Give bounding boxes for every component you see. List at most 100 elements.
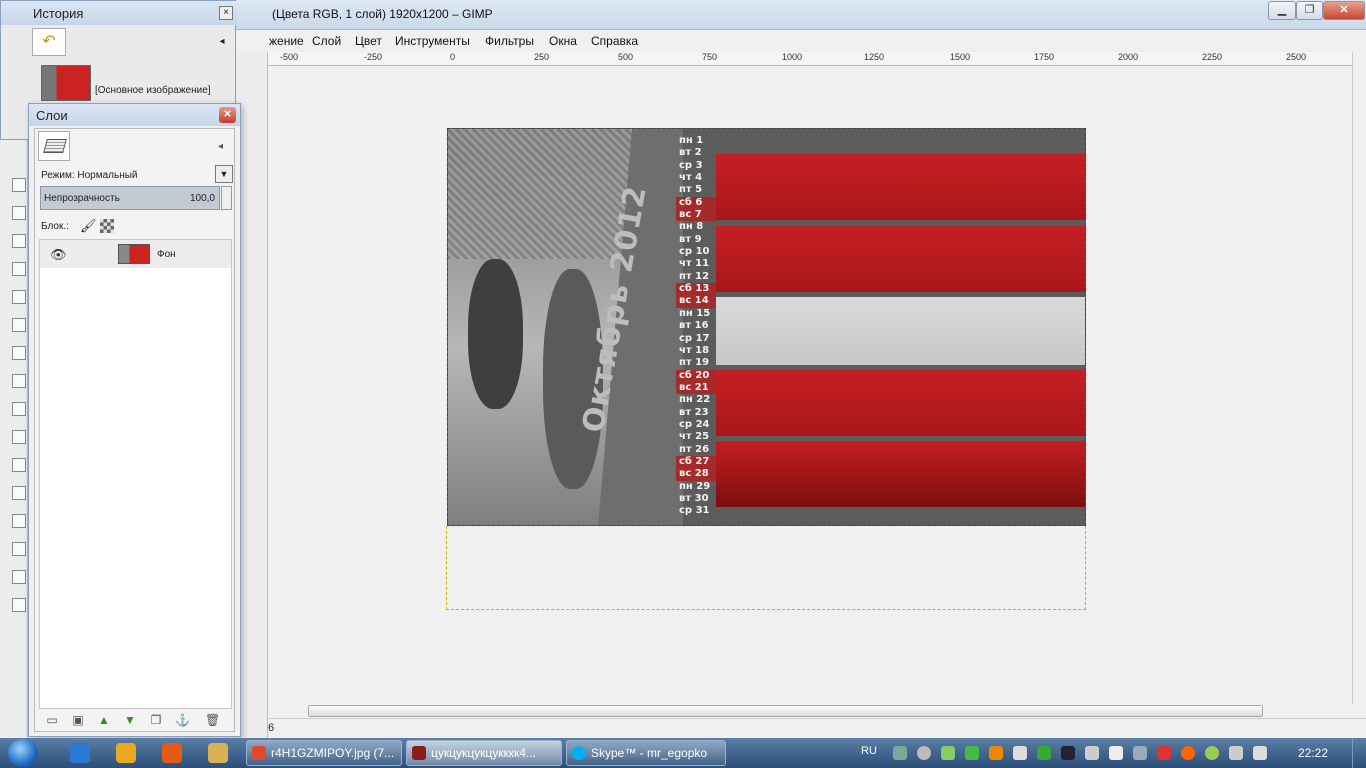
day-label: пн 15 (679, 307, 711, 319)
volume-icon[interactable] (1253, 746, 1267, 760)
opacity-spinner[interactable] (221, 186, 232, 210)
tray-icon[interactable] (1205, 746, 1219, 760)
history-item-label[interactable]: [Основное изображение] (95, 85, 211, 96)
tray-icon[interactable] (941, 746, 955, 760)
delete-icon[interactable]: 🗑 (205, 713, 220, 727)
dock-menu-icon[interactable]: ◂ (215, 36, 229, 50)
dock-menu-icon[interactable]: ◂ (218, 141, 223, 152)
tool-button[interactable] (12, 542, 26, 556)
menu-windows[interactable]: Окна (549, 34, 577, 48)
history-tab[interactable]: ↶ (32, 28, 66, 56)
close-icon[interactable]: × (219, 6, 233, 20)
language-indicator[interactable]: RU (861, 745, 877, 757)
tool-button[interactable] (12, 458, 26, 472)
tool-button[interactable] (12, 206, 26, 220)
explorer-icon[interactable] (208, 743, 228, 763)
scrollbar-thumb[interactable] (308, 705, 1263, 717)
chevron-down-icon[interactable]: ▼ (215, 165, 233, 183)
task-button[interactable]: Skype™ - mr_egopko (566, 740, 726, 766)
lower-icon[interactable]: ▼ (123, 713, 137, 727)
lock-pixels-icon[interactable]: 🖌 (80, 218, 97, 234)
menu-layer[interactable]: Слой (312, 34, 341, 48)
history-thumbnail[interactable] (41, 65, 91, 101)
gimp-icon (412, 746, 426, 760)
tool-button[interactable] (12, 262, 26, 276)
close-icon[interactable]: ✕ (219, 107, 236, 123)
vertical-scrollbar[interactable] (1352, 52, 1366, 704)
tool-button[interactable] (12, 402, 26, 416)
canvas-image[interactable]: Октябрь 2012 пн 1 вт 2 ср 3 чт 4 пт 5 сб 6 вс … (447, 128, 1086, 526)
ie-icon[interactable] (70, 743, 90, 763)
lock-alpha-icon[interactable] (100, 219, 114, 233)
red-band (716, 154, 1085, 220)
start-button[interactable] (8, 739, 38, 767)
menu-tools[interactable]: Инструменты (395, 34, 470, 48)
tray-icon[interactable] (989, 746, 1003, 760)
menu-help[interactable]: Справка (591, 34, 638, 48)
layers-tab[interactable] (38, 131, 70, 161)
network-icon[interactable] (1229, 746, 1243, 760)
minimize-button[interactable]: ▁ (1268, 1, 1296, 20)
ruler-label: 750 (702, 52, 718, 62)
ruler-label: 1500 (950, 52, 971, 62)
tray-icon[interactable] (1181, 746, 1195, 760)
clock[interactable]: 22:22 (1298, 746, 1328, 760)
tool-button[interactable] (12, 486, 26, 500)
day-label: пн 1 (679, 135, 704, 146)
horizontal-scrollbar[interactable] (268, 704, 1352, 718)
ruler-label: 0 (450, 52, 456, 62)
tool-button[interactable] (12, 290, 26, 304)
task-button[interactable]: цукцукцукцукккк4... (406, 740, 562, 766)
tool-button[interactable] (12, 374, 26, 388)
day-label: ср 17 (679, 332, 710, 344)
media-player-icon[interactable] (116, 743, 136, 763)
day-label: вс 21 (676, 381, 716, 395)
tool-button[interactable] (12, 514, 26, 528)
close-button[interactable]: ✕ (1323, 1, 1365, 20)
monitor-icon[interactable] (1085, 746, 1099, 760)
tool-button[interactable] (12, 234, 26, 248)
tool-button[interactable] (12, 570, 26, 584)
statusbar: 6 (268, 718, 1366, 738)
tray-icon[interactable] (1133, 746, 1147, 760)
mode-label[interactable]: Режим: Нормальный (41, 170, 138, 181)
menu-colors[interactable]: Цвет (355, 34, 382, 48)
tray-icon[interactable] (1061, 746, 1075, 760)
tool-button[interactable] (12, 318, 26, 332)
tray-icon[interactable] (1013, 746, 1027, 760)
show-desktop-button[interactable] (1352, 738, 1366, 768)
tray-icon[interactable] (917, 746, 931, 760)
tray-icon[interactable] (1037, 746, 1051, 760)
day-label: вт 30 (679, 492, 709, 504)
shield-icon[interactable] (965, 746, 979, 760)
battery-icon[interactable] (1109, 746, 1123, 760)
duplicate-icon[interactable]: ❐ (149, 713, 163, 727)
tray-icon[interactable] (893, 746, 907, 760)
history-titlebar[interactable]: История × (1, 1, 237, 25)
layers-titlebar[interactable]: Слои ✕ (29, 104, 240, 126)
browser-icon[interactable] (162, 743, 182, 763)
tool-button[interactable] (12, 346, 26, 360)
ruler-label: 2250 (1202, 52, 1223, 62)
new-group-icon[interactable]: ▣ (71, 713, 85, 727)
layer-row[interactable]: 👁 Фон (40, 240, 231, 268)
tool-button[interactable] (12, 178, 26, 192)
new-layer-icon[interactable]: ▭ (45, 713, 59, 727)
task-label: Skype™ - mr_egopko (591, 746, 708, 760)
raise-icon[interactable]: ▲ (97, 713, 111, 727)
flag-icon[interactable] (1157, 746, 1171, 760)
day-label: пн 8 (679, 221, 704, 233)
tool-button[interactable] (12, 598, 26, 612)
menu-image[interactable]: жение (269, 34, 304, 48)
day-label: пт 19 (679, 357, 710, 369)
eye-icon[interactable]: 👁 (50, 247, 67, 263)
horizontal-ruler[interactable]: -500 -250 0 250 500 750 1000 1250 1500 1… (268, 52, 1352, 66)
menu-filters[interactable]: Фильтры (485, 34, 534, 48)
opacity-slider[interactable]: Непрозрачность 100,0 (40, 186, 220, 210)
toolbox-panel (0, 140, 28, 738)
tool-button[interactable] (12, 430, 26, 444)
layer-name[interactable]: Фон (157, 249, 176, 260)
anchor-icon[interactable]: ⚓ (175, 713, 190, 727)
task-button[interactable]: r4H1GZMIPOY.jpg (7... (246, 740, 402, 766)
maximize-button[interactable]: ❐ (1296, 1, 1323, 20)
